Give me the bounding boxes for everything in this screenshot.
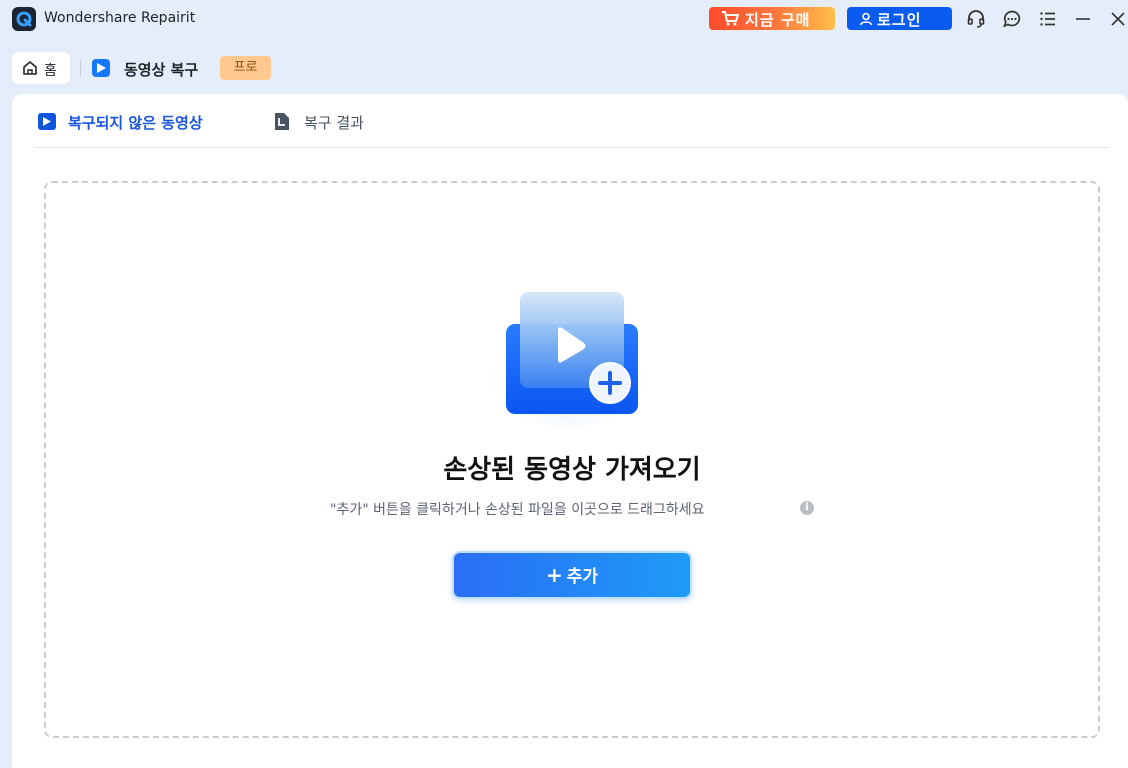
- info-icon[interactable]: i: [800, 501, 814, 515]
- user-icon: [859, 12, 873, 30]
- drop-zone-title: 손상된 동영상 가져오기: [443, 455, 701, 485]
- tab-home-label: 홈: [44, 63, 57, 79]
- tab-video-repair[interactable]: 동영상 복구: [124, 59, 198, 80]
- drop-zone-subtitle: "추가" 버튼을 클릭하거나 손상된 파일을 이곳으로 드래그하세요: [330, 502, 705, 518]
- video-play-icon: [38, 113, 56, 130]
- add-file-button[interactable]: + 추가: [452, 551, 692, 599]
- video-repair-icon[interactable]: [92, 59, 110, 77]
- cart-icon: [721, 11, 739, 30]
- buy-now-label: 지금 구매: [745, 11, 811, 29]
- add-video-illustration-icon: [490, 292, 650, 428]
- login-label: 로그인: [877, 11, 922, 29]
- pro-badge: 프로: [220, 56, 271, 80]
- tab-divider: [80, 60, 81, 77]
- app-logo-icon: [12, 7, 36, 31]
- document-icon: [274, 112, 290, 135]
- login-button[interactable]: 로그인: [847, 7, 952, 30]
- plus-icon: +: [545, 563, 563, 587]
- tab-home[interactable]: 홈: [12, 52, 70, 84]
- home-icon: [22, 60, 38, 80]
- tab-unrepaired-label: 복구되지 않은 동영상: [68, 114, 203, 132]
- tab-results-label: 복구 결과: [304, 114, 364, 132]
- divider: [36, 147, 1109, 148]
- buy-now-button[interactable]: 지금 구매: [709, 7, 835, 30]
- close-icon[interactable]: [1108, 9, 1128, 29]
- menu-icon[interactable]: [1038, 9, 1058, 29]
- headset-icon[interactable]: [966, 9, 986, 29]
- title-bar: Wondershare Repairit 지금 구매 로그인: [0, 0, 1128, 38]
- chat-icon[interactable]: [1002, 9, 1022, 29]
- add-button-label: 추가: [566, 567, 599, 587]
- app-title: Wondershare Repairit: [44, 10, 196, 26]
- minimize-icon[interactable]: [1073, 9, 1093, 29]
